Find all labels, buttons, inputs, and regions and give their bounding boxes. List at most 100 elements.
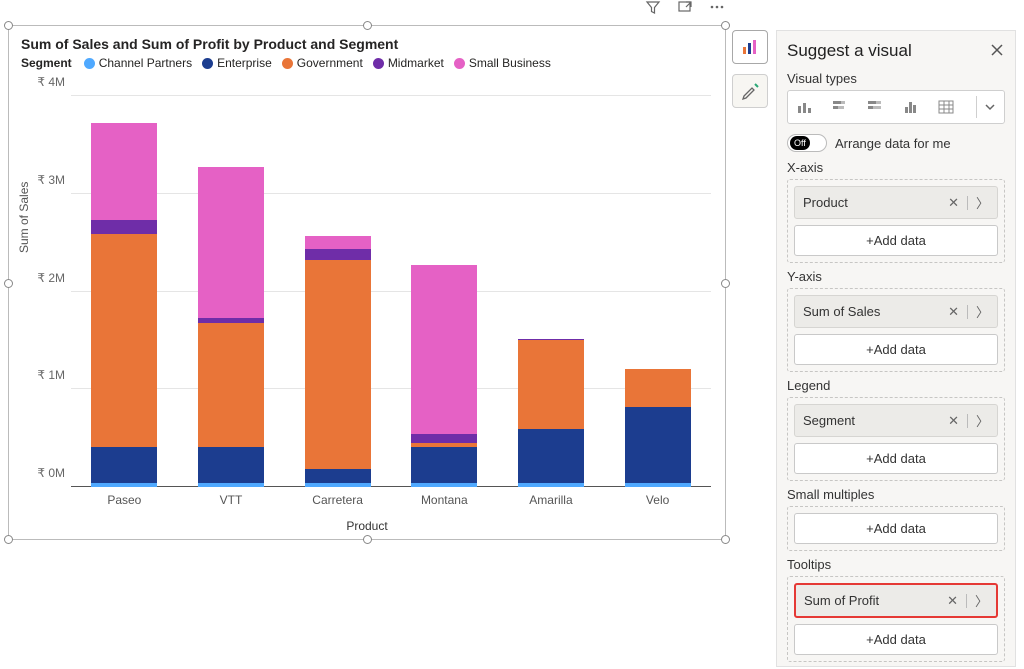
- visual-side-icons: [732, 30, 768, 108]
- visual-type-table-icon[interactable]: [935, 96, 957, 118]
- remove-field-icon[interactable]: ✕: [948, 413, 959, 429]
- visual-type-100stacked-bar-icon[interactable]: [864, 96, 886, 118]
- segment-channel-partners[interactable]: [91, 483, 157, 487]
- bar-paseo[interactable]: [91, 123, 157, 487]
- filter-icon[interactable]: [644, 0, 662, 16]
- field-pill-label: Sum of Profit: [804, 593, 879, 608]
- field-options-icon[interactable]: 〉: [975, 591, 988, 610]
- segment-enterprise[interactable]: [91, 447, 157, 483]
- segment-channel-partners[interactable]: [625, 483, 691, 487]
- segment-channel-partners[interactable]: [198, 483, 264, 487]
- segment-government[interactable]: [91, 234, 157, 447]
- field-well-small-multiples[interactable]: +Add data: [787, 506, 1005, 551]
- chart-legend: Segment Channel Partners Enterprise Gove…: [9, 56, 725, 74]
- visual-types-label: Visual types: [787, 71, 1005, 86]
- chart-title: Sum of Sales and Sum of Profit by Produc…: [9, 26, 725, 56]
- chart-visual-frame[interactable]: Sum of Sales and Sum of Profit by Produc…: [8, 25, 726, 540]
- segment-government[interactable]: [305, 260, 371, 469]
- add-data-button[interactable]: +Add data: [794, 513, 998, 544]
- resize-handle[interactable]: [363, 535, 372, 544]
- legend-item-label: Midmarket: [388, 56, 444, 70]
- arrange-data-toggle[interactable]: Off: [787, 134, 827, 152]
- plot-area: ₹ 0M₹ 1M₹ 2M₹ 3M₹ 4M: [71, 96, 711, 487]
- bar-velo[interactable]: [625, 369, 691, 487]
- suggest-visual-icon[interactable]: [732, 30, 768, 64]
- segment-channel-partners[interactable]: [305, 483, 371, 487]
- segment-channel-partners[interactable]: [518, 483, 584, 487]
- resize-handle[interactable]: [4, 535, 13, 544]
- suggest-visual-pane: Suggest a visual Visual types Off Arrang…: [776, 30, 1016, 667]
- add-data-button[interactable]: +Add data: [794, 334, 998, 365]
- visual-types-strip: [787, 90, 1005, 124]
- segment-government[interactable]: [518, 340, 584, 429]
- legend-item-label: Government: [297, 56, 363, 70]
- arrange-data-row: Off Arrange data for me: [787, 134, 1005, 152]
- x-tick-label: Amarilla: [518, 493, 584, 507]
- segment-small-business[interactable]: [91, 123, 157, 221]
- legend-swatch-smallbiz: [454, 58, 465, 69]
- segment-enterprise[interactable]: [625, 407, 691, 483]
- remove-field-icon[interactable]: ✕: [948, 195, 959, 211]
- segment-enterprise[interactable]: [411, 447, 477, 483]
- more-options-icon[interactable]: [708, 0, 726, 16]
- add-data-button[interactable]: +Add data: [794, 443, 998, 474]
- format-visual-icon[interactable]: [732, 74, 768, 108]
- segment-enterprise[interactable]: [518, 429, 584, 482]
- visual-type-clustered-column-icon[interactable]: [794, 96, 816, 118]
- resize-handle[interactable]: [4, 21, 13, 30]
- field-options-icon[interactable]: 〉: [976, 302, 989, 321]
- segment-enterprise[interactable]: [305, 469, 371, 482]
- bars-container: [71, 96, 711, 487]
- x-tick-label: Paseo: [91, 493, 157, 507]
- segment-midmarket[interactable]: [91, 220, 157, 233]
- visual-types-expand-icon[interactable]: [976, 96, 998, 118]
- remove-field-icon[interactable]: ✕: [947, 593, 958, 609]
- segment-small-business[interactable]: [198, 167, 264, 318]
- field-well-x-axis[interactable]: Product✕〉+Add data: [787, 179, 1005, 263]
- x-tick-label: Carretera: [305, 493, 371, 507]
- bar-vtt[interactable]: [198, 167, 264, 487]
- remove-field-icon[interactable]: ✕: [948, 304, 959, 320]
- legend-item-label: Small Business: [469, 56, 551, 70]
- field-well-y-axis[interactable]: Sum of Sales✕〉+Add data: [787, 288, 1005, 372]
- field-pill-label: Sum of Sales: [803, 304, 880, 319]
- visual-type-clustered-bar-icon[interactable]: [900, 96, 922, 118]
- resize-handle[interactable]: [363, 21, 372, 30]
- field-pill[interactable]: Product✕〉: [794, 186, 998, 219]
- resize-handle[interactable]: [721, 279, 730, 288]
- field-options-icon[interactable]: 〉: [976, 411, 989, 430]
- segment-government[interactable]: [198, 323, 264, 447]
- segment-small-business[interactable]: [411, 265, 477, 434]
- segment-government[interactable]: [625, 369, 691, 407]
- pane-title: Suggest a visual: [787, 41, 912, 61]
- field-pill-actions: ✕〉: [948, 193, 989, 212]
- x-tick-label: VTT: [198, 493, 264, 507]
- y-tick-label: ₹ 1M: [19, 368, 65, 382]
- x-tick-label: Velo: [625, 493, 691, 507]
- field-well-tooltips[interactable]: Sum of Profit ✕ 〉 +Add data: [787, 576, 1005, 662]
- bar-amarilla[interactable]: [518, 339, 584, 487]
- field-pill[interactable]: Segment ✕ 〉: [794, 404, 998, 437]
- arrange-data-label: Arrange data for me: [835, 136, 951, 151]
- bar-montana[interactable]: [411, 265, 477, 487]
- focus-mode-icon[interactable]: [676, 0, 694, 16]
- segment-enterprise[interactable]: [198, 447, 264, 483]
- field-pill[interactable]: Sum of Sales✕〉: [794, 295, 998, 328]
- resize-handle[interactable]: [721, 535, 730, 544]
- segment-midmarket[interactable]: [411, 434, 477, 443]
- add-data-button[interactable]: +Add data: [794, 624, 998, 655]
- visual-type-stacked-bar-icon[interactable]: [829, 96, 851, 118]
- resize-handle[interactable]: [4, 279, 13, 288]
- field-pill-actions: ✕〉: [948, 302, 989, 321]
- segment-small-business[interactable]: [305, 236, 371, 249]
- field-well-legend[interactable]: Segment ✕ 〉 +Add data: [787, 397, 1005, 481]
- segment-midmarket[interactable]: [305, 249, 371, 261]
- bar-carretera[interactable]: [305, 236, 371, 487]
- field-pill[interactable]: Sum of Profit ✕ 〉: [794, 583, 998, 618]
- field-options-icon[interactable]: 〉: [976, 193, 989, 212]
- resize-handle[interactable]: [721, 21, 730, 30]
- segment-channel-partners[interactable]: [411, 483, 477, 487]
- field-pill-label: Segment: [803, 413, 855, 428]
- close-icon[interactable]: [989, 42, 1005, 61]
- add-data-button[interactable]: +Add data: [794, 225, 998, 256]
